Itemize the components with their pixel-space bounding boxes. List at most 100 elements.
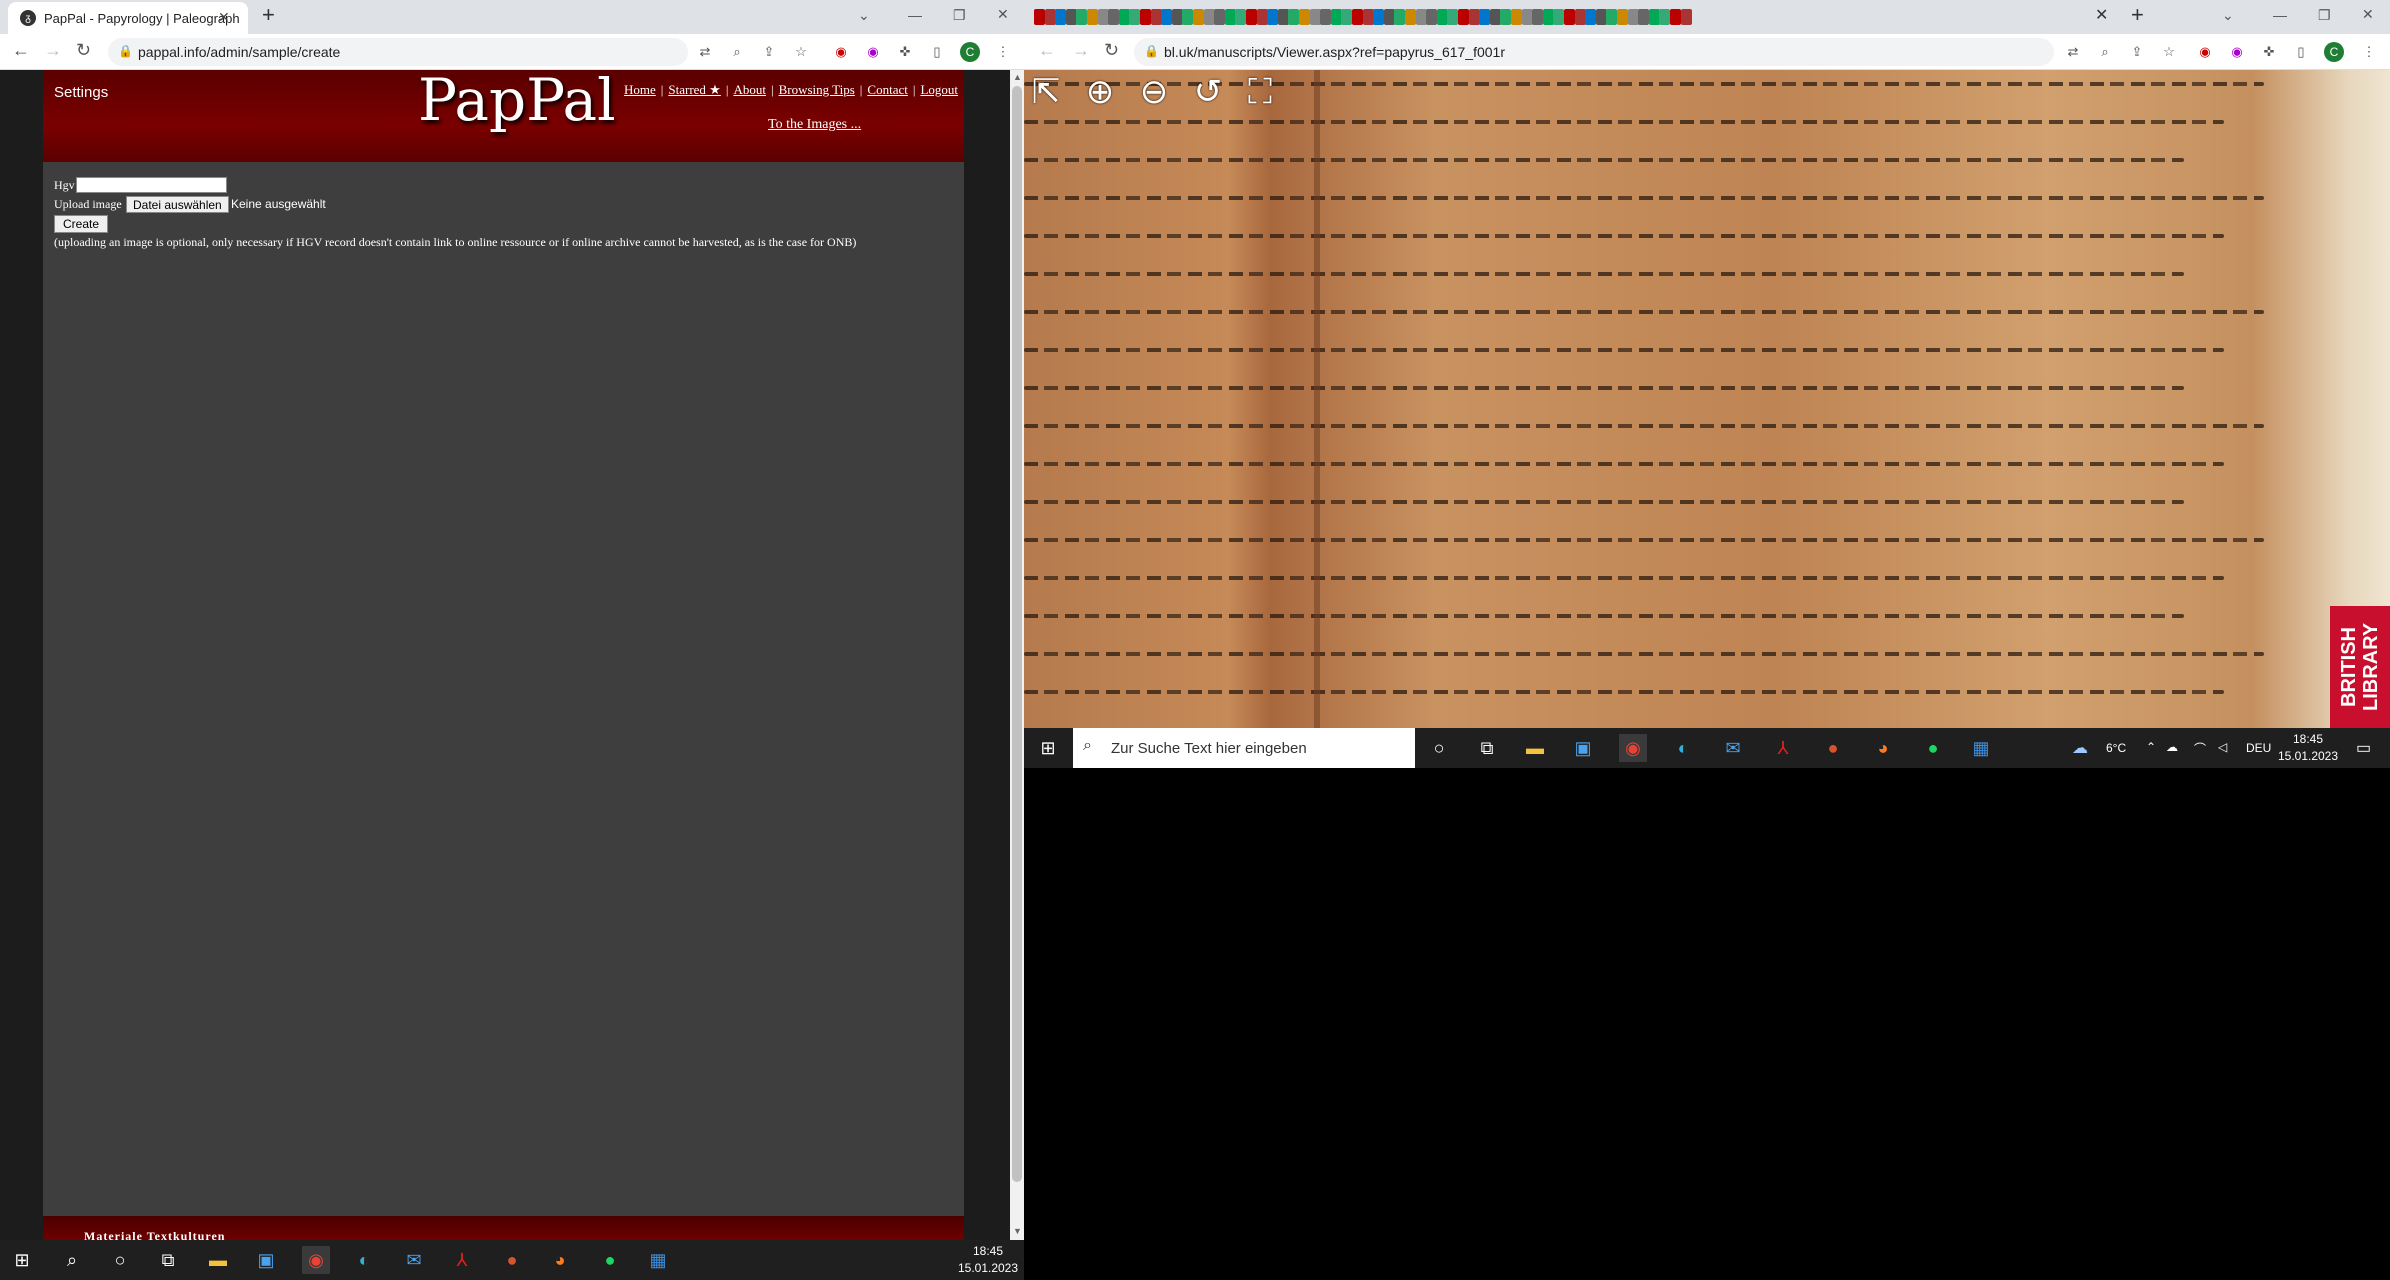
right-photos-icon[interactable]: ▦ (1967, 734, 1995, 762)
zoom-icon[interactable]: ⌕ (728, 43, 746, 61)
tab-favicon[interactable] (1521, 9, 1533, 25)
mail-icon[interactable]: ✉ (400, 1246, 428, 1274)
right-clock[interactable]: 18:45 15.01.2023 (2276, 731, 2340, 765)
right-extension-purple-icon[interactable]: ◉ (2228, 43, 2246, 61)
tab-favicon[interactable] (1224, 9, 1236, 25)
tab-favicon[interactable] (1617, 9, 1628, 25)
right-profile-avatar[interactable]: C (2324, 42, 2344, 62)
right-extension-red-icon[interactable]: ◉ (2196, 43, 2214, 61)
tab-favicon[interactable] (1362, 9, 1374, 25)
right-tab-close-icon[interactable]: ✕ (2095, 5, 2108, 25)
tab-favicon[interactable] (1097, 9, 1109, 25)
nav-about[interactable]: About (733, 82, 766, 97)
tab-favicon[interactable] (1542, 9, 1554, 25)
to-images-link[interactable]: To the Images ... (768, 117, 861, 133)
tab-favicon[interactable] (1468, 9, 1480, 25)
cortana-icon[interactable]: ○ (106, 1246, 134, 1274)
tab-favicon[interactable] (1214, 9, 1226, 25)
extensions-puzzle-icon[interactable]: ✜ (896, 43, 914, 61)
right-minimize-icon[interactable]: — (2273, 7, 2287, 23)
right-side-panel-icon[interactable]: ▯ (2292, 43, 2310, 61)
tab-favicon[interactable] (1129, 9, 1141, 25)
tab-favicon[interactable] (1670, 9, 1681, 25)
tab-favicon[interactable] (1309, 9, 1321, 25)
profile-avatar[interactable]: C (960, 42, 980, 62)
right-windows-start-icon[interactable]: ⊞ (1034, 734, 1062, 762)
right-file-explorer-icon[interactable]: ▬ (1521, 734, 1549, 762)
tab-favicon[interactable] (1193, 9, 1204, 25)
store-icon[interactable]: ▣ (252, 1246, 280, 1274)
right-back-icon[interactable]: ← (1038, 40, 1056, 61)
tab-favicon[interactable] (1564, 9, 1575, 25)
tab-favicon[interactable] (1532, 9, 1544, 25)
tab-close-icon[interactable]: ✕ (218, 9, 230, 26)
rotate-icon[interactable]: ↺ (1188, 72, 1228, 112)
right-zoom-icon[interactable]: ⌕ (2096, 43, 2114, 61)
tab-favicon[interactable] (1277, 9, 1289, 25)
edge-icon[interactable]: ◐ (350, 1246, 378, 1274)
right-task-view-icon[interactable]: ⧉ (1473, 734, 1501, 762)
tab-favicon[interactable] (1606, 9, 1618, 25)
search-icon[interactable]: ⌕ (58, 1246, 86, 1274)
tab-favicon[interactable] (1585, 9, 1597, 25)
kebab-menu-icon[interactable]: ⋮ (994, 43, 1012, 61)
tab-favicon[interactable] (1140, 9, 1151, 25)
tab-favicon[interactable] (1044, 9, 1056, 25)
tab-favicon[interactable] (1320, 9, 1332, 25)
address-bar[interactable]: 🔒 pappal.info/admin/sample/create (108, 38, 688, 66)
right-cortana-icon[interactable]: ○ (1425, 734, 1453, 762)
chrome-icon[interactable]: ◉ (302, 1246, 330, 1274)
tab-favicon[interactable] (1288, 9, 1300, 25)
tray-chevron-icon[interactable]: ⌃ (2146, 740, 2156, 754)
new-tab-icon[interactable]: + (262, 2, 275, 28)
tab-favicon[interactable] (1341, 9, 1353, 25)
right-powerpoint-icon[interactable]: ● (1819, 734, 1847, 762)
tab-favicon[interactable] (1415, 9, 1427, 25)
share-icon[interactable]: ⇪ (760, 43, 778, 61)
tab-favicon[interactable] (1458, 9, 1469, 25)
tab-favicon[interactable] (1680, 9, 1692, 25)
tab-favicon[interactable] (1256, 9, 1268, 25)
right-share-icon[interactable]: ⇪ (2128, 43, 2146, 61)
tab-favicon[interactable] (1161, 9, 1173, 25)
tab-favicon[interactable] (1595, 9, 1607, 25)
zoom-in-icon[interactable]: ⊕ (1080, 72, 1120, 112)
right-spotify-icon[interactable]: ● (1919, 734, 1947, 762)
tab-favicon[interactable] (1203, 9, 1215, 25)
tab-favicon[interactable] (1055, 9, 1067, 25)
right-translate-icon[interactable]: ⇄ (2064, 43, 2082, 61)
spotify-icon[interactable]: ● (596, 1246, 624, 1274)
tab-favicon[interactable] (1405, 9, 1416, 25)
tab-favicon[interactable] (1299, 9, 1310, 25)
fit-icon[interactable]: ⛶ (1240, 72, 1280, 112)
scrollbar-thumb[interactable] (1012, 86, 1022, 1182)
minimize-icon[interactable]: — (908, 7, 922, 23)
tab-favicon[interactable] (1373, 9, 1385, 25)
tab-favicon[interactable] (1171, 9, 1183, 25)
tab-favicon[interactable] (1352, 9, 1363, 25)
weather-text[interactable]: 6°C (2106, 741, 2126, 755)
task-view-icon[interactable]: ⧉ (154, 1246, 182, 1274)
tab-favicon[interactable] (1267, 9, 1279, 25)
hgv-input[interactable] (76, 177, 227, 193)
reload-icon[interactable]: ↻ (76, 40, 91, 61)
network-icon[interactable]: ⌒ (2194, 740, 2206, 757)
tab-favicon[interactable] (1182, 9, 1194, 25)
right-restore-icon[interactable]: ❐ (2318, 7, 2331, 24)
scroll-up-icon[interactable]: ▲ (1013, 72, 1022, 82)
tab-favicon[interactable] (1065, 9, 1077, 25)
taskbar-search-box[interactable]: ⌕ Zur Suche Text hier eingeben (1073, 728, 1415, 768)
nav-browsing-tips[interactable]: Browsing Tips (779, 82, 855, 97)
tab-favicon[interactable] (1479, 9, 1491, 25)
bookmark-star-icon[interactable]: ☆ (792, 43, 810, 61)
left-clock[interactable]: 18:45 15.01.2023 (956, 1243, 1020, 1277)
right-chrome-icon[interactable]: ◉ (1619, 734, 1647, 762)
tab-favicon[interactable] (1489, 9, 1501, 25)
papyrus-image-viewer[interactable] (1024, 70, 2390, 728)
tab-favicon[interactable] (1426, 9, 1438, 25)
right-forward-icon[interactable]: → (1072, 40, 1090, 61)
nav-contact[interactable]: Contact (867, 82, 907, 97)
right-close-window-icon[interactable]: ✕ (2362, 6, 2374, 23)
settings-link[interactable]: Settings (54, 84, 108, 101)
tab-favicon[interactable] (1648, 9, 1660, 25)
